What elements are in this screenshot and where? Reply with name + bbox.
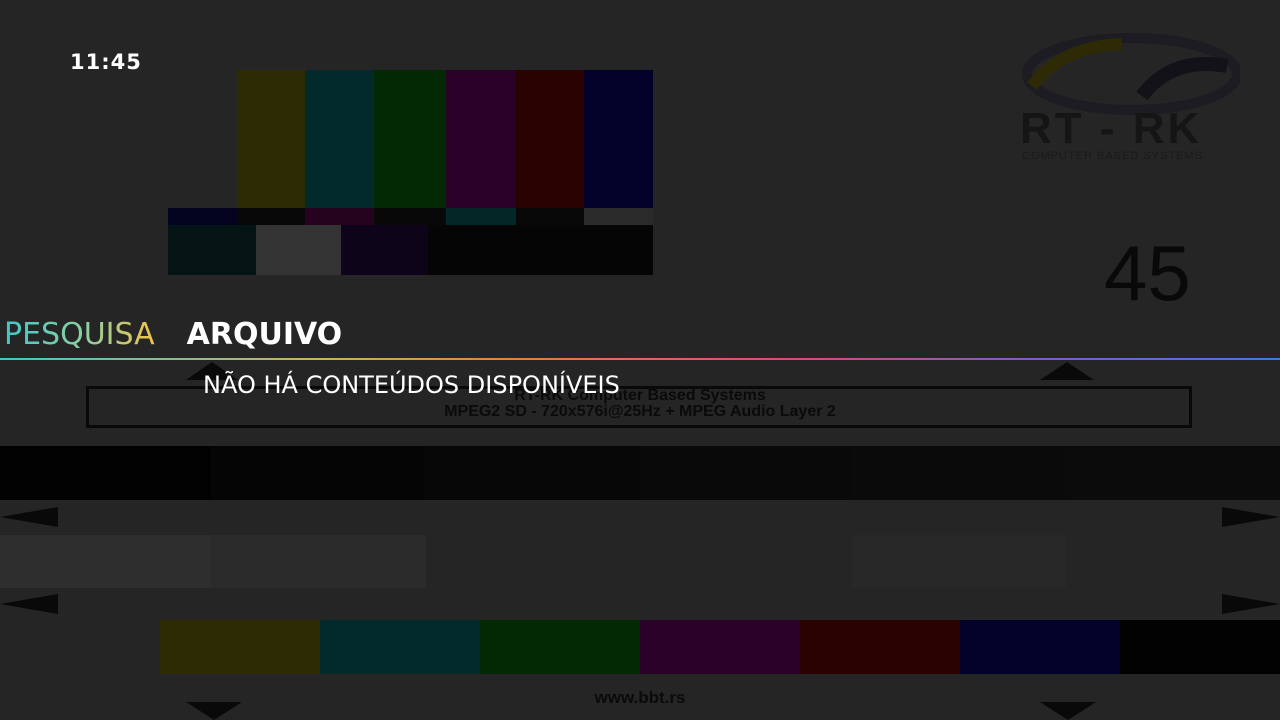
pluge-white xyxy=(256,225,341,275)
color-bar-magenta xyxy=(446,70,516,208)
strip-cyan xyxy=(446,208,516,225)
arrow-down-icon xyxy=(1040,702,1096,720)
tab-divider xyxy=(0,358,1280,360)
bottom-bar-green xyxy=(480,620,640,674)
bottom-bar-black xyxy=(1120,620,1280,674)
gray-step-1 xyxy=(0,446,211,500)
color-bar-cyan xyxy=(305,70,374,208)
strip-black xyxy=(516,208,584,225)
arrow-left-icon xyxy=(0,594,58,614)
logo-tagline: COMPUTER BASED SYSTEMS xyxy=(1022,150,1203,162)
strip-white xyxy=(584,208,653,225)
tab-bar: PESQUISA ARQUIVO xyxy=(4,314,374,356)
arrow-right-icon xyxy=(1222,507,1280,527)
clock: 11:45 xyxy=(70,50,142,74)
gray-step-3 xyxy=(424,446,640,500)
color-bar-red xyxy=(516,70,584,208)
color-bar-green xyxy=(374,70,446,208)
arrow-left-icon xyxy=(0,507,58,527)
bottom-bar-blue xyxy=(960,620,1120,674)
gray-step-5 xyxy=(852,446,1066,500)
gray-band-midleft xyxy=(211,535,426,588)
arrow-down-icon xyxy=(186,702,242,720)
tab-search[interactable]: PESQUISA xyxy=(4,314,155,356)
bottom-bar-red xyxy=(800,620,960,674)
color-bar-yellow xyxy=(237,70,305,208)
gray-band-midright xyxy=(852,535,1066,588)
gray-step-6 xyxy=(1066,446,1280,500)
info-line-2: MPEG2 SD - 720x576i@25Hz + MPEG Audio La… xyxy=(444,403,836,420)
arrow-right-icon xyxy=(1222,594,1280,614)
info-line-1: RT-RK Computer Based Systems xyxy=(514,387,766,404)
logo-wordmark: RT - RK xyxy=(1020,104,1203,153)
channel-number: 45 xyxy=(1104,229,1191,317)
pluge-purple xyxy=(341,225,428,275)
tv-screen: RT - RK COMPUTER BASED SYSTEMS 45 RT-RK … xyxy=(0,0,1280,720)
bottom-bar-magenta xyxy=(640,620,800,674)
pluge-navy xyxy=(168,225,256,275)
strip-black xyxy=(374,208,446,225)
strip-blue xyxy=(168,208,237,225)
rt-rk-logo xyxy=(1022,26,1242,116)
gray-step-4 xyxy=(640,446,852,500)
color-bar-blue xyxy=(584,70,653,208)
strip-magenta xyxy=(305,208,374,225)
strip-black xyxy=(237,208,305,225)
pluge-black xyxy=(428,225,653,275)
arrow-up-icon xyxy=(1040,362,1094,380)
bottom-bar-yellow xyxy=(160,620,320,674)
gray-band-left xyxy=(0,535,211,588)
empty-content-message: NÃO HÁ CONTEÚDOS DISPONÍVEIS xyxy=(203,371,620,399)
bottom-bar-cyan xyxy=(320,620,480,674)
gray-step-2 xyxy=(211,446,424,500)
tab-archive[interactable]: ARQUIVO xyxy=(187,314,343,356)
